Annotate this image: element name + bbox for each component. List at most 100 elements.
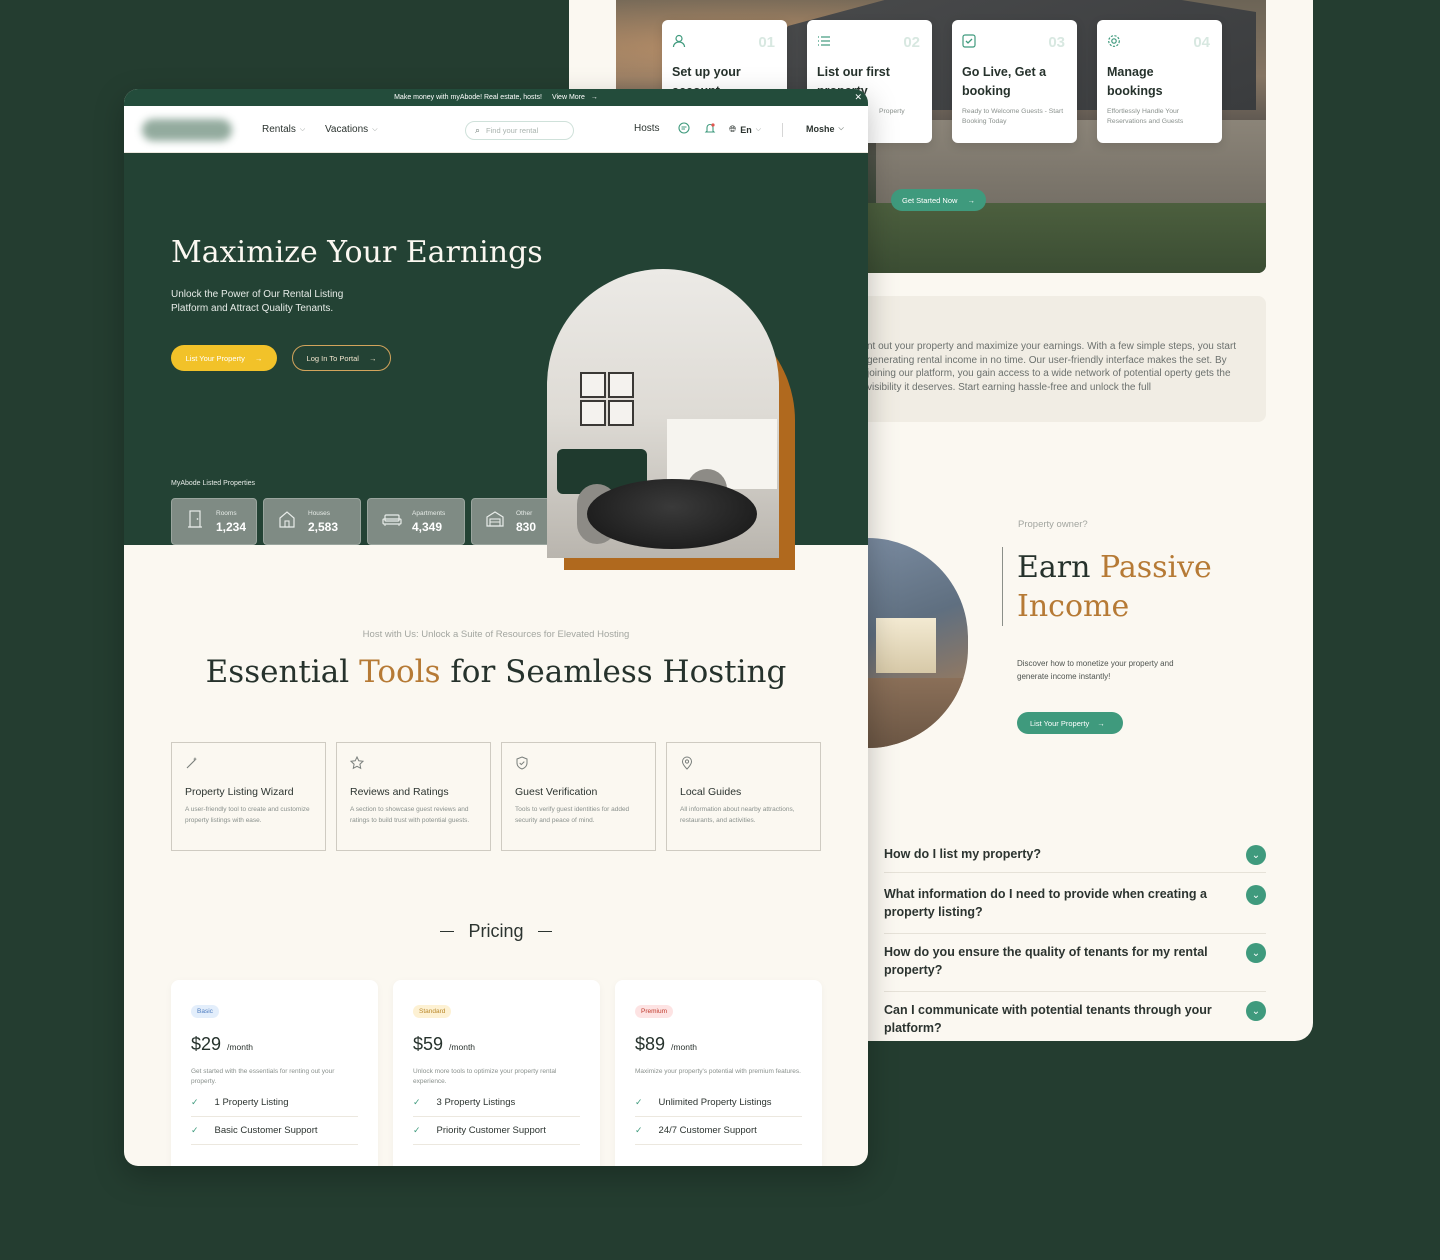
star-icon — [349, 755, 477, 774]
step-card-3: 03 Go Live, Get a booking Ready to Welco… — [952, 20, 1077, 143]
step-number: 03 — [1048, 34, 1065, 51]
pricing-heading: Pricing — [124, 921, 868, 942]
globe-icon: 🌐︎ — [729, 124, 737, 134]
tool-card-listing-wizard[interactable]: Property Listing Wizard A user-friendly … — [171, 742, 326, 851]
chevron-down-icon[interactable]: ⌄ — [1246, 885, 1266, 905]
arrow-right-icon: → — [1097, 718, 1105, 728]
price-card-premium[interactable]: Premium $89/month Maximize your property… — [615, 980, 822, 1166]
check-icon: ✓ — [635, 1097, 643, 1107]
nav-rentals[interactable]: Rentals ⌵ — [262, 124, 305, 135]
tier-badge: Basic — [191, 1005, 219, 1018]
garage-icon — [486, 511, 504, 532]
faq-item[interactable]: Can I communicate with potential tenants… — [884, 1001, 1266, 1039]
house-garage-photo — [868, 538, 968, 748]
arrow-right-icon: → — [967, 195, 975, 205]
chat-icon[interactable] — [678, 122, 690, 137]
arrow-right-icon: → — [590, 94, 598, 101]
owner-kicker: Property owner? — [1018, 519, 1088, 530]
language-selector[interactable]: 🌐︎ En ⌵ — [729, 124, 761, 135]
faq-question: What information do I need to provide wh… — [884, 887, 1207, 919]
door-icon — [186, 510, 204, 533]
chevron-down-icon: ⌵ — [755, 125, 762, 133]
hero-section: Maximize Your Earnings Unlock the Power … — [124, 153, 868, 570]
faq-question: How do you ensure the quality of tenants… — [884, 945, 1208, 977]
about-text: nt out your property and maximize your e… — [867, 341, 1237, 393]
chevron-down-icon: ⌵ — [838, 125, 844, 132]
search-input[interactable]: ⌕ Find your rental — [465, 121, 574, 140]
check-icon: ✓ — [191, 1097, 199, 1107]
step-desc: Ready to Welcome Guests - Start Booking … — [962, 108, 1064, 125]
earn-divider — [1002, 547, 1003, 626]
price-card-standard[interactable]: Standard $59/month Unlock more tools to … — [393, 980, 600, 1166]
chevron-down-icon[interactable]: ⌄ — [1246, 943, 1266, 963]
feature-row: ✓ Basic Customer Support — [191, 1117, 358, 1145]
step-title: Manage bookings — [1107, 65, 1163, 98]
feature-row: ✓ 3 Property Listings — [413, 1089, 580, 1117]
step-number: 01 — [758, 34, 775, 51]
interior-photo — [547, 269, 779, 558]
chevron-down-icon[interactable]: ⌄ — [1246, 845, 1266, 865]
map-pin-icon — [680, 756, 807, 774]
price-amount: $59 — [413, 1034, 444, 1054]
magic-wand-icon — [185, 756, 312, 774]
user-menu[interactable]: Moshe ⌵ — [806, 124, 844, 134]
faq-item[interactable]: How do you ensure the quality of tenants… — [884, 943, 1266, 992]
chevron-down-icon: ⌵ — [372, 125, 378, 133]
chevron-down-icon: ⌵ — [299, 125, 306, 133]
faq-question: How do I list my property? — [884, 847, 1041, 861]
bell-icon[interactable] — [704, 122, 716, 137]
arrow-right-icon: → — [254, 353, 263, 363]
step-card-4: 04 Manage bookings Effortlessly Handle Y… — [1097, 20, 1222, 143]
hero-subtitle: Unlock the Power of Our Rental Listing P… — [171, 289, 344, 314]
close-icon[interactable]: ✕ — [854, 92, 862, 103]
check-icon: ✓ — [191, 1125, 199, 1135]
step-title: Go Live, Get a booking — [962, 65, 1047, 98]
tools-kicker: Host with Us: Unlock a Suite of Resource… — [362, 629, 630, 640]
feature-row: ✓ 1 Property Listing — [191, 1089, 358, 1117]
price-amount: $29 — [191, 1034, 222, 1054]
step-desc: Effortlessly Handle Your Reservations an… — [1107, 108, 1184, 125]
search-icon: ⌕ — [475, 125, 481, 135]
feature-row: ✓ Priority Customer Support — [413, 1117, 580, 1145]
step-number: 04 — [1193, 34, 1210, 51]
arrow-right-icon: → — [368, 353, 377, 363]
house-icon — [278, 510, 296, 533]
price-card-basic[interactable]: Basic $29/month Get started with the ess… — [171, 980, 378, 1166]
chevron-down-icon[interactable]: ⌄ — [1246, 1001, 1266, 1021]
tools-title: Essential Tools for Seamless Hosting — [205, 654, 787, 690]
tier-badge: Standard — [413, 1005, 452, 1018]
shield-check-icon — [515, 756, 642, 774]
navbar: Rentals ⌵ Vacations ⌵ ⌕ Find your rental H… — [124, 106, 868, 153]
list-property-button[interactable]: List Your Property → — [171, 345, 277, 371]
nav-hosts[interactable]: Hosts — [634, 123, 660, 134]
promo-bar: Make money with myAbode! Real estate, ho… — [124, 89, 868, 106]
tool-card-guest-verification[interactable]: Guest Verification Tools to verify guest… — [501, 742, 656, 851]
check-icon: ✓ — [635, 1125, 643, 1135]
tier-badge: Premium — [635, 1005, 674, 1018]
earn-description: Discover how to monetize your property a… — [1017, 659, 1174, 681]
stat-rooms: Rooms 1,234 — [171, 498, 257, 545]
login-portal-button[interactable]: Log In To Portal → — [292, 345, 391, 371]
promo-text: Make money with myAbode! Real estate, ho… — [394, 94, 542, 101]
logo[interactable] — [142, 119, 232, 141]
check-icon: ✓ — [413, 1097, 421, 1107]
earn-passive-income-title: Earn Passive Income — [1017, 550, 1212, 624]
tool-card-reviews[interactable]: Reviews and Ratings A section to showcas… — [336, 742, 491, 851]
hero-arch-image — [547, 269, 796, 570]
check-icon: ✓ — [413, 1125, 421, 1135]
sofa-icon — [382, 511, 402, 532]
hero-title: Maximize Your Earnings — [171, 235, 543, 270]
get-started-button[interactable]: Get Started Now → — [891, 189, 986, 211]
tool-card-local-guides[interactable]: Local Guides All information about nearb… — [666, 742, 821, 851]
get-started-label: Get Started Now — [902, 195, 958, 205]
faq-item[interactable]: What information do I need to provide wh… — [884, 885, 1266, 934]
list-your-property-button[interactable]: List Your Property → — [1017, 712, 1123, 734]
nav-vacations[interactable]: Vacations ⌵ — [325, 124, 378, 135]
faq-item[interactable]: How do I list my property? ⌄ — [884, 845, 1266, 873]
step-number: 02 — [903, 34, 920, 51]
view-more-link[interactable]: View More → — [552, 94, 598, 101]
search-placeholder: Find your rental — [486, 126, 539, 135]
host-landing-page-front: Make money with myAbode! Real estate, ho… — [124, 89, 868, 1166]
listed-properties-label: MyAbode Listed Properties — [171, 480, 256, 487]
feature-row: ✓ 24/7 Customer Support — [635, 1117, 802, 1145]
